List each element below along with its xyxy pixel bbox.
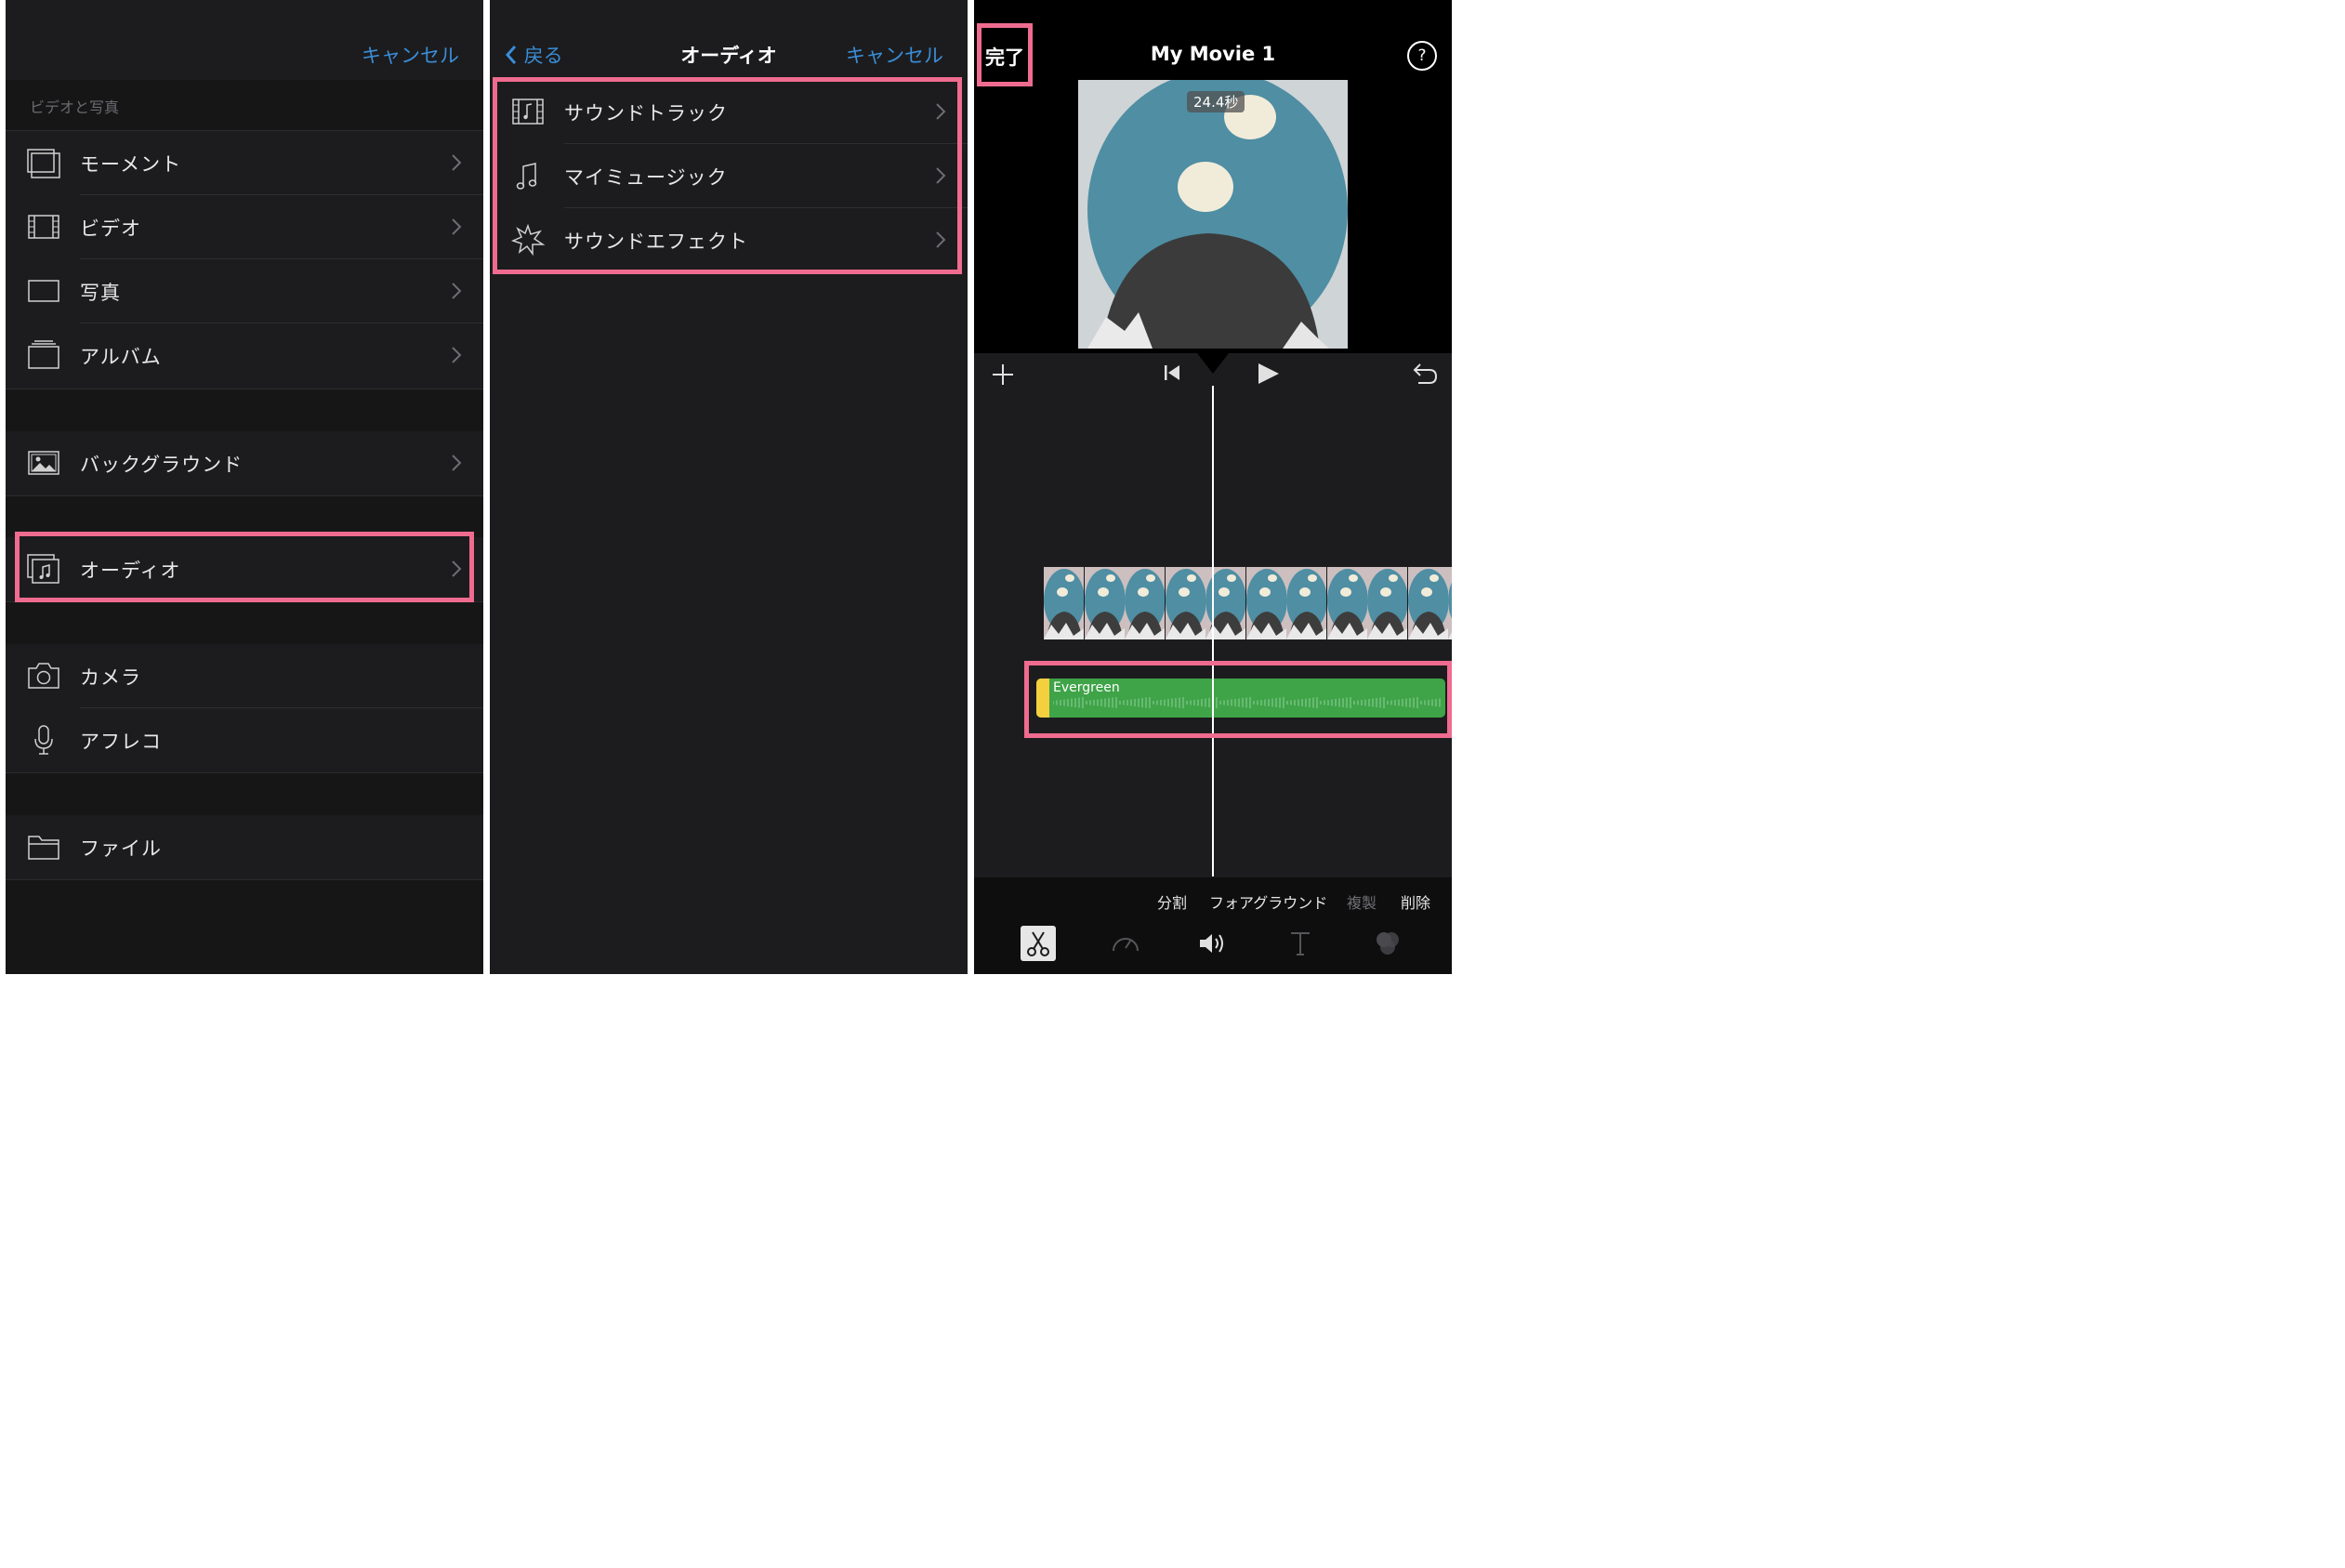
audio-icon bbox=[27, 554, 59, 584]
chevron-right-icon bbox=[936, 167, 946, 184]
menu-item-audio[interactable]: オーディオ bbox=[6, 537, 483, 601]
chevron-right-icon bbox=[452, 218, 462, 235]
undo-icon[interactable] bbox=[1411, 361, 1439, 387]
menu-item-photo[interactable]: 写真 bbox=[6, 259, 483, 323]
media-browser-panel: キャンセル ビデオと写真 モーメント ビデオ 写真 アルバム バックグラウンド bbox=[6, 0, 483, 974]
menu-item-label: サウンドトラック bbox=[564, 102, 728, 125]
scissors-tool[interactable] bbox=[1021, 926, 1056, 961]
filter-icon[interactable] bbox=[1370, 926, 1405, 961]
clip-thumbnail bbox=[1286, 567, 1326, 639]
clip-thumbnail bbox=[1084, 567, 1125, 639]
folder-icon bbox=[28, 836, 59, 860]
clip-toolbar: 分割 フォアグラウンド 複製 削除 bbox=[974, 877, 1452, 974]
menu-item-my-music[interactable]: マイミュージック bbox=[490, 144, 968, 208]
section-gap bbox=[6, 495, 483, 538]
menu-item-label: モーメント bbox=[80, 153, 182, 176]
section-header: ビデオと写真 bbox=[6, 80, 483, 131]
menu-item-label: ファイル bbox=[80, 837, 162, 860]
project-title: My Movie 1 bbox=[1150, 43, 1276, 65]
clip-thumbnail bbox=[1326, 567, 1367, 639]
clip-thumbnail bbox=[1044, 567, 1084, 639]
skip-to-start-icon[interactable] bbox=[1162, 362, 1182, 383]
menu-item-soundtrack[interactable]: サウンドトラック bbox=[490, 80, 968, 144]
menu-item-moments[interactable]: モーメント bbox=[6, 131, 483, 195]
clip-thumbnail bbox=[1125, 567, 1165, 639]
menu-item-camera[interactable]: カメラ bbox=[6, 644, 483, 708]
video-clip[interactable] bbox=[1044, 567, 1452, 639]
delete-button[interactable]: 削除 bbox=[1401, 890, 1430, 913]
camera-icon bbox=[28, 663, 59, 689]
section-label-video-photo: ビデオと写真 bbox=[30, 99, 120, 116]
audio-clip-label: Evergreen bbox=[1053, 680, 1120, 695]
clip-thumbnail bbox=[1407, 567, 1448, 639]
menu-item-label: カメラ bbox=[80, 666, 141, 689]
clip-thumbnail bbox=[1367, 567, 1407, 639]
menu-item-label: 写真 bbox=[80, 282, 121, 304]
menu-item-label: サウンドエフェクト bbox=[564, 231, 748, 253]
clip-thumbnail bbox=[1245, 567, 1286, 639]
cancel-button[interactable]: キャンセル bbox=[362, 41, 459, 69]
speed-icon[interactable] bbox=[1108, 926, 1143, 961]
film-icon bbox=[28, 215, 59, 239]
playhead[interactable] bbox=[1212, 386, 1214, 876]
audio-clip[interactable]: Evergreen bbox=[1036, 679, 1445, 718]
section-gap bbox=[6, 389, 483, 432]
menu-item-label: マイミュージック bbox=[564, 166, 728, 189]
menu-item-label: オーディオ bbox=[80, 560, 181, 582]
menu-item-background[interactable]: バックグラウンド bbox=[6, 431, 483, 495]
menu-item-label: バックグラウンド bbox=[80, 454, 244, 476]
chevron-right-icon bbox=[452, 283, 462, 299]
preview-frame bbox=[1078, 80, 1348, 349]
foreground-button[interactable]: フォアグラウンド bbox=[1209, 890, 1327, 913]
background-image-icon bbox=[28, 451, 59, 475]
menu-item-label: アフレコ bbox=[80, 731, 162, 753]
audio-clip-handle[interactable] bbox=[1036, 679, 1049, 718]
chevron-right-icon bbox=[936, 231, 946, 248]
volume-icon[interactable] bbox=[1195, 926, 1231, 961]
menu-item-files[interactable]: ファイル bbox=[6, 815, 483, 879]
clip-thumbnail bbox=[1448, 567, 1452, 639]
chevron-right-icon bbox=[452, 154, 462, 171]
album-icon bbox=[28, 340, 59, 369]
menu-item-video[interactable]: ビデオ bbox=[6, 195, 483, 259]
duration-badge: 24.4秒 bbox=[1187, 91, 1245, 112]
video-preview: 24.4秒 bbox=[1078, 80, 1348, 349]
cancel-button[interactable]: キャンセル bbox=[846, 41, 943, 69]
split-button[interactable]: 分割 bbox=[1157, 890, 1187, 913]
playhead-marker-icon bbox=[1197, 353, 1229, 374]
chevron-right-icon bbox=[452, 455, 462, 471]
chevron-right-icon bbox=[452, 347, 462, 363]
moments-icon bbox=[27, 149, 60, 178]
menu-item-album[interactable]: アルバム bbox=[6, 323, 483, 388]
photo-frame-icon bbox=[28, 280, 59, 302]
sound-effect-icon bbox=[510, 223, 546, 257]
soundtrack-icon bbox=[512, 99, 544, 125]
clip-thumbnail bbox=[1165, 567, 1205, 639]
audio-waveform bbox=[1053, 697, 1441, 708]
movie-editor-panel: 完了 My Movie 1 ? 24.4秒 Evergreen 分割 フォアグラ… bbox=[974, 0, 1452, 974]
menu-item-label: アルバム bbox=[80, 346, 162, 368]
chevron-right-icon bbox=[452, 560, 462, 577]
scissors-icon bbox=[1027, 931, 1049, 956]
microphone-icon bbox=[34, 725, 53, 755]
add-media-icon[interactable] bbox=[991, 362, 1015, 387]
menu-item-voiceover[interactable]: アフレコ bbox=[6, 708, 483, 772]
music-note-icon bbox=[516, 163, 537, 190]
chevron-right-icon bbox=[936, 103, 946, 120]
section-gap bbox=[6, 772, 483, 816]
title-icon[interactable] bbox=[1283, 926, 1318, 961]
duplicate-button[interactable]: 複製 bbox=[1347, 890, 1377, 913]
audio-menu-panel: 戻る オーディオ キャンセル サウンドトラック マイミュージック サウンドエフェ… bbox=[490, 0, 968, 974]
section-gap bbox=[6, 601, 483, 645]
menu-item-sound-effects[interactable]: サウンドエフェクト bbox=[490, 208, 968, 272]
play-icon[interactable] bbox=[1255, 361, 1281, 387]
help-icon[interactable]: ? bbox=[1407, 41, 1437, 71]
section-gap bbox=[6, 879, 483, 974]
menu-item-label: ビデオ bbox=[80, 217, 141, 240]
